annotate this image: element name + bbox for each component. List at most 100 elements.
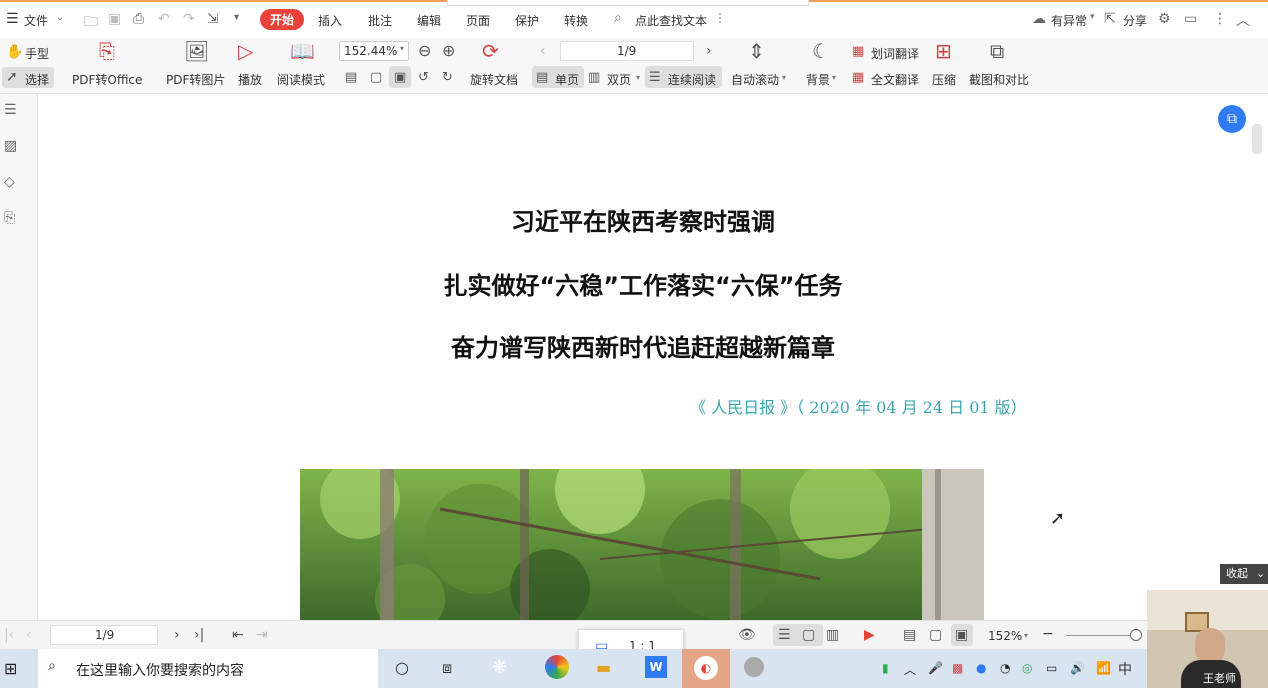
share-button[interactable]: 分享 xyxy=(1123,12,1147,29)
first-page-icon[interactable]: |‹ xyxy=(4,627,14,643)
status-page-input[interactable]: 1/9 xyxy=(50,625,158,645)
tray-chevron-up-icon[interactable]: ︿ xyxy=(904,661,916,678)
status-fit-width-icon[interactable]: ▣ xyxy=(955,627,968,643)
outline-icon[interactable]: ☰ xyxy=(4,102,20,118)
save-icon[interactable]: ▣ xyxy=(108,11,121,27)
find-text-field[interactable]: 点此查找文本 xyxy=(635,12,707,29)
fit-page-icon[interactable]: ▢ xyxy=(370,69,382,87)
status-next-page-icon[interactable]: › xyxy=(174,627,180,643)
ime-indicator[interactable]: 中 xyxy=(1118,659,1132,679)
quick-access-dropdown-icon[interactable]: ▾ xyxy=(234,12,239,23)
app-icon-2[interactable] xyxy=(744,657,764,677)
back-icon[interactable]: ⇤ xyxy=(232,627,244,643)
tray-app-icon-5[interactable]: ▭ xyxy=(1046,661,1057,675)
wps-pdf-icon[interactable]: ◐ xyxy=(694,656,718,680)
thumbnail-icon[interactable]: ▨ xyxy=(4,138,20,154)
tray-app-icon-4[interactable]: ◎ xyxy=(1022,661,1032,675)
full-translate-button[interactable]: 全文翻译 xyxy=(871,71,919,88)
cortana-icon[interactable]: ○ xyxy=(395,658,409,677)
pdf-to-office-icon[interactable]: ⎘ xyxy=(99,41,115,61)
more-options-icon[interactable]: ⋮ xyxy=(1213,11,1227,27)
read-mode-button[interactable]: 阅读模式 xyxy=(277,71,325,88)
double-page-button[interactable]: 双页 xyxy=(607,71,631,88)
chevron-down-icon[interactable]: ⌄ xyxy=(56,12,64,23)
compress-button[interactable]: 压缩 xyxy=(932,71,956,88)
full-translate-icon[interactable]: ▦ xyxy=(852,69,864,87)
status-actual-size-icon[interactable]: ▤ xyxy=(903,627,916,643)
tray-app-icon-2[interactable]: ● xyxy=(976,661,986,675)
app-icon-1[interactable]: ❋ xyxy=(492,657,507,678)
rotate-document-button[interactable]: 旋转文档 xyxy=(470,71,518,88)
forward-icon[interactable]: ⇥ xyxy=(256,627,268,643)
browser-icon[interactable] xyxy=(545,655,569,679)
gear-icon[interactable]: ⚙ xyxy=(1158,11,1171,27)
rotate-right-icon[interactable]: ↻ xyxy=(442,69,453,87)
play-button[interactable]: 播放 xyxy=(238,71,262,88)
status-zoom-dropdown-icon[interactable]: ▾ xyxy=(1024,631,1028,640)
select-tool-label[interactable]: 选择 xyxy=(25,71,49,88)
open-folder-icon[interactable]: 🗀 xyxy=(84,11,98,35)
hamburger-icon[interactable]: ☰ xyxy=(6,11,19,27)
microphone-icon[interactable]: 🎤 xyxy=(928,661,943,675)
zoom-slider-track[interactable] xyxy=(1066,635,1136,636)
comment-icon[interactable]: ▭ xyxy=(1184,11,1197,27)
continuous-read-button[interactable]: 连续阅读 xyxy=(668,71,716,88)
tag-icon[interactable]: ◇ xyxy=(4,174,20,190)
tab-edit[interactable]: 编辑 xyxy=(417,12,441,29)
pdf-to-image-icon[interactable]: 🖼 xyxy=(184,41,209,61)
status-prev-page-icon[interactable]: ‹ xyxy=(26,627,32,643)
moon-icon[interactable]: ☾ xyxy=(812,41,830,61)
search-icon[interactable]: ⌕ xyxy=(614,10,622,26)
task-view-icon[interactable]: ⧈ xyxy=(442,658,452,678)
auto-scroll-icon[interactable]: ⇕ xyxy=(748,41,765,61)
zoom-dropdown-icon[interactable]: ▾ xyxy=(400,44,404,53)
wps-writer-icon[interactable]: W xyxy=(645,656,667,678)
zoom-in-icon[interactable]: ⊕ xyxy=(442,42,455,60)
hand-tool-label[interactable]: 手型 xyxy=(25,45,49,62)
pdf-to-image-button[interactable]: PDF转图片 xyxy=(166,71,225,88)
prev-page-icon[interactable]: ‹ xyxy=(540,42,546,60)
collapse-ribbon-icon[interactable]: ︿ xyxy=(1236,10,1250,30)
volume-icon[interactable]: 🔊 xyxy=(1070,661,1085,675)
cloud-sync-icon[interactable]: ☁ xyxy=(1032,11,1046,27)
double-page-dropdown-icon[interactable]: ▾ xyxy=(636,73,640,82)
file-menu[interactable]: 文件 xyxy=(24,12,48,29)
word-translate-button[interactable]: 划词翻译 xyxy=(871,45,919,62)
auto-scroll-dropdown-icon[interactable]: ▾ xyxy=(782,73,786,82)
tray-app-icon-1[interactable]: ▩ xyxy=(952,661,963,675)
more-icon[interactable]: ⋮ xyxy=(714,11,726,25)
tab-insert[interactable]: 插入 xyxy=(318,12,342,29)
zoom-minus-icon[interactable]: − xyxy=(1042,626,1054,642)
print-icon[interactable]: ⎙ xyxy=(133,11,144,27)
continuous-view-icon[interactable]: ☰ xyxy=(778,627,791,643)
taskbar-search-box[interactable]: ⌕ 在这里输入你要搜索的内容 xyxy=(38,649,378,688)
last-page-icon[interactable]: ›| xyxy=(194,627,204,643)
tab-protect[interactable]: 保护 xyxy=(515,12,539,29)
undo-icon[interactable]: ↶ xyxy=(158,11,170,27)
background-button[interactable]: 背景 xyxy=(806,71,830,88)
cursor-icon[interactable]: ➚ xyxy=(6,68,18,86)
tab-annotate[interactable]: 批注 xyxy=(368,12,392,29)
play-icon[interactable]: ▷ xyxy=(238,41,253,61)
battery-icon[interactable]: ▮ xyxy=(882,661,889,675)
zoom-select[interactable]: 152.44% ▾ xyxy=(339,41,409,61)
vertical-scrollbar-thumb[interactable] xyxy=(1252,124,1262,154)
double-view-icon[interactable]: ▥ xyxy=(826,627,839,643)
hand-tool-icon[interactable]: ✋ xyxy=(6,43,23,61)
actual-size-icon[interactable]: ▤ xyxy=(345,69,357,87)
double-page-icon[interactable]: ▥ xyxy=(588,69,600,87)
status-zoom-value[interactable]: 152% xyxy=(988,629,1022,643)
fit-width-icon[interactable]: ▣ xyxy=(394,69,406,87)
screenshot-compare-button[interactable]: 截图和对比 xyxy=(969,71,1029,88)
share-icon[interactable]: ⇱ xyxy=(1104,11,1116,27)
collapse-button[interactable]: 收起 ⌄ xyxy=(1220,564,1268,584)
auto-scroll-button[interactable]: 自动滚动 xyxy=(731,71,779,88)
document-viewport[interactable]: 习近平在陕西考察时强调 扎实做好“六稳”工作落实“六保”任务 奋力谱写陕西新时代… xyxy=(38,94,1268,620)
tab-convert[interactable]: 转换 xyxy=(564,12,588,29)
pdf-to-office-button[interactable]: PDF转Office xyxy=(72,71,142,88)
sync-status[interactable]: 有异常 xyxy=(1051,12,1087,29)
next-page-icon[interactable]: › xyxy=(706,42,712,60)
single-page-icon[interactable]: ▤ xyxy=(536,69,548,87)
rotate-document-icon[interactable]: ⟳ xyxy=(482,41,499,61)
file-explorer-icon[interactable]: ▬ xyxy=(596,658,611,677)
